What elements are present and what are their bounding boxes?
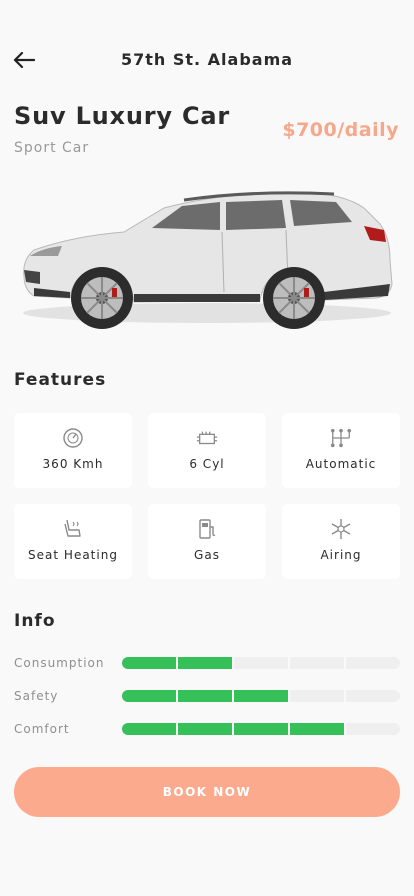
- feature-card-speed[interactable]: 360 Kmh: [14, 413, 132, 488]
- feature-card-airing[interactable]: Airing: [282, 504, 400, 579]
- engine-icon: [196, 427, 218, 449]
- comfort-rating-bar: [122, 723, 400, 735]
- feature-card-transmission[interactable]: Automatic: [282, 413, 400, 488]
- car-title-block: Suv Luxury Car Sport Car: [14, 102, 230, 156]
- feature-label: 360 Kmh: [42, 457, 104, 471]
- snowflake-icon: [330, 518, 352, 540]
- feature-label: Gas: [194, 548, 220, 562]
- feature-card-seat-heating[interactable]: Seat Heating: [14, 504, 132, 579]
- info-heading: Info: [14, 611, 56, 631]
- bar-segment-filled: [234, 723, 288, 735]
- features-grid: 360 Kmh 6 Cyl Automatic Seat Heating Gas…: [14, 413, 400, 579]
- speedometer-icon: [62, 427, 84, 449]
- bar-segment-filled: [234, 690, 288, 702]
- safety-rating-bar: [122, 690, 400, 702]
- feature-card-engine[interactable]: 6 Cyl: [148, 413, 266, 488]
- features-heading: Features: [14, 370, 107, 390]
- gearbox-icon: [330, 427, 352, 449]
- car-image: [23, 191, 393, 329]
- bar-segment-filled: [122, 657, 176, 669]
- bar-segment-filled: [122, 690, 176, 702]
- seat-heating-icon: [62, 518, 84, 540]
- bar-segment-filled: [178, 723, 232, 735]
- fuel-pump-icon: [196, 518, 218, 540]
- consumption-rating-bar: [122, 657, 400, 669]
- bar-segment-empty: [346, 690, 400, 702]
- book-now-button[interactable]: BOOK NOW: [14, 767, 400, 817]
- feature-label: Airing: [320, 548, 362, 562]
- bar-segment-empty: [234, 657, 288, 669]
- car-type: Sport Car: [14, 140, 90, 156]
- top-bar: 57th St. Alabama: [0, 40, 414, 80]
- info-row-consumption: Consumption: [14, 652, 400, 674]
- car-name: Suv Luxury Car: [14, 102, 230, 130]
- feature-label: Seat Heating: [28, 548, 118, 562]
- bar-segment-filled: [178, 690, 232, 702]
- bar-segment-empty: [346, 657, 400, 669]
- info-label: Safety: [14, 689, 59, 703]
- bar-segment-empty: [346, 723, 400, 735]
- feature-card-fuel[interactable]: Gas: [148, 504, 266, 579]
- bar-segment-filled: [122, 723, 176, 735]
- bar-segment-empty: [290, 657, 344, 669]
- info-label: Comfort: [14, 722, 70, 736]
- info-row-safety: Safety: [14, 685, 400, 707]
- car-price: $700/daily: [282, 119, 399, 141]
- info-list: Consumption Safety Comfort: [14, 652, 400, 751]
- bar-segment-filled: [178, 657, 232, 669]
- feature-label: 6 Cyl: [189, 457, 225, 471]
- bar-segment-filled: [290, 723, 344, 735]
- info-row-comfort: Comfort: [14, 718, 400, 740]
- location-title: 57th St. Alabama: [120, 50, 294, 69]
- info-label: Consumption: [14, 656, 105, 670]
- bar-segment-empty: [290, 690, 344, 702]
- feature-label: Automatic: [305, 457, 377, 471]
